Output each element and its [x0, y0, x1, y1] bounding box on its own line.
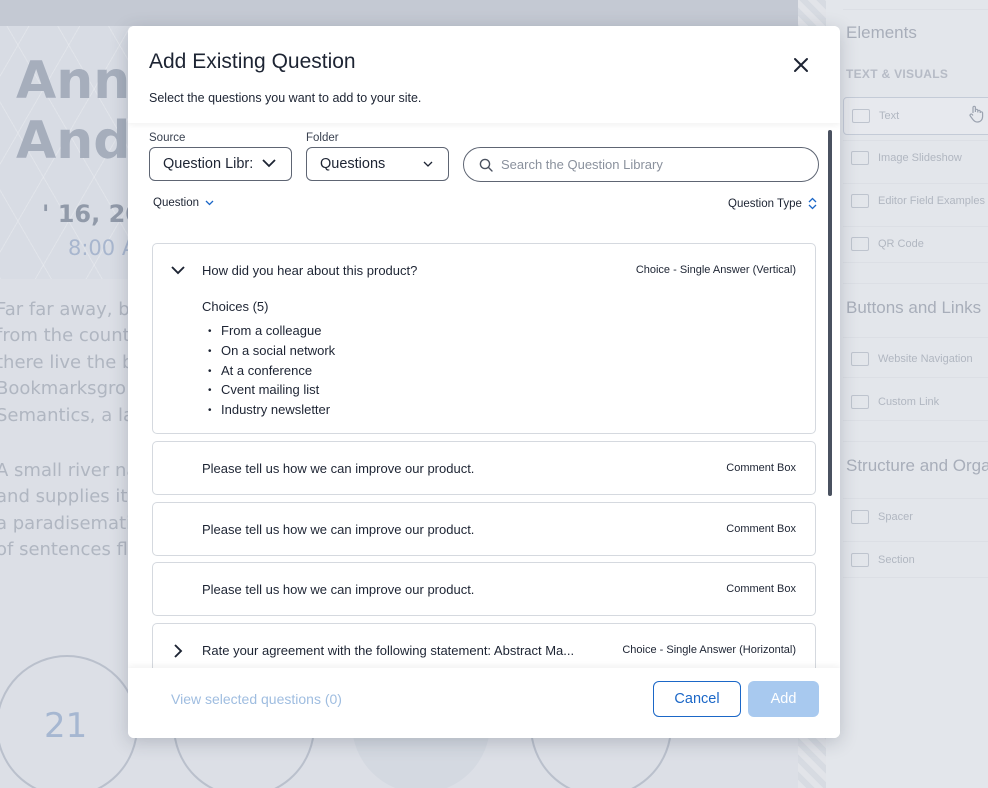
dialog-body[interactable]: Source Question Libr: Folder Questions Q… [128, 123, 840, 668]
chevron-down-icon [423, 161, 433, 167]
add-existing-question-dialog: Add Existing Question Select the questio… [128, 26, 840, 738]
folder-label: Folder [306, 132, 339, 144]
question-row[interactable]: Please tell us how we can improve our pr… [152, 502, 816, 556]
close-button[interactable] [788, 52, 814, 78]
choice-item: From a colleague [208, 322, 335, 342]
dialog-title: Add Existing Question [149, 50, 356, 73]
question-column-label: Question [153, 197, 200, 209]
search-icon [479, 158, 493, 172]
question-text: Rate your agreement with the following s… [202, 643, 575, 658]
dialog-header: Add Existing Question Select the questio… [128, 26, 840, 123]
choice-item: Industry newsletter [208, 401, 335, 421]
dialog-footer: View selected questions (0) Cancel Add [128, 668, 840, 738]
question-row[interactable]: Rate your agreement with the following s… [152, 623, 816, 668]
question-text: How did you hear about this product? [202, 263, 418, 278]
dialog-subtitle: Select the questions you want to add to … [149, 91, 422, 105]
sort-icon [808, 197, 817, 210]
question-type-column-label: Question Type [728, 197, 802, 210]
search-field[interactable] [463, 147, 819, 182]
source-label: Source [149, 132, 186, 144]
search-input[interactable] [501, 157, 791, 172]
scrollbar-thumb[interactable] [828, 130, 832, 496]
question-type: Choice - Single Answer (Vertical) [635, 264, 796, 276]
question-type: Comment Box [726, 583, 796, 595]
question-text: Please tell us how we can improve our pr… [202, 522, 475, 537]
choice-item: Cvent mailing list [208, 381, 335, 401]
source-select-value: Question Libr: [163, 156, 254, 172]
close-icon [794, 58, 808, 72]
chevron-down-icon [205, 200, 214, 206]
choices-list: From a colleague On a social network At … [208, 322, 335, 421]
chevron-down-icon[interactable] [169, 261, 187, 279]
choice-item: On a social network [208, 342, 335, 362]
chevron-right-icon[interactable] [169, 642, 187, 660]
question-type-column-header[interactable]: Question Type [728, 197, 817, 210]
question-row[interactable]: Please tell us how we can improve our pr… [152, 562, 816, 616]
choice-item: At a conference [208, 362, 335, 382]
question-row[interactable]: How did you hear about this product? Cho… [152, 243, 816, 434]
question-row[interactable]: Please tell us how we can improve our pr… [152, 441, 816, 495]
question-type: Comment Box [726, 462, 796, 474]
question-text: Please tell us how we can improve our pr… [202, 461, 475, 476]
add-button[interactable]: Add [748, 681, 819, 717]
chevron-down-icon [262, 159, 276, 168]
choices-heading: Choices (5) [202, 299, 269, 314]
question-column-header[interactable]: Question [153, 197, 214, 209]
folder-select-value: Questions [320, 156, 386, 172]
folder-select[interactable]: Questions [306, 147, 449, 181]
question-text: Please tell us how we can improve our pr… [202, 582, 475, 597]
question-type: Comment Box [726, 523, 796, 535]
question-type: Choice - Single Answer (Horizontal) [622, 644, 796, 656]
cancel-button[interactable]: Cancel [653, 681, 741, 717]
view-selected-questions-link[interactable]: View selected questions (0) [171, 691, 342, 707]
source-select[interactable]: Question Libr: [149, 147, 292, 181]
